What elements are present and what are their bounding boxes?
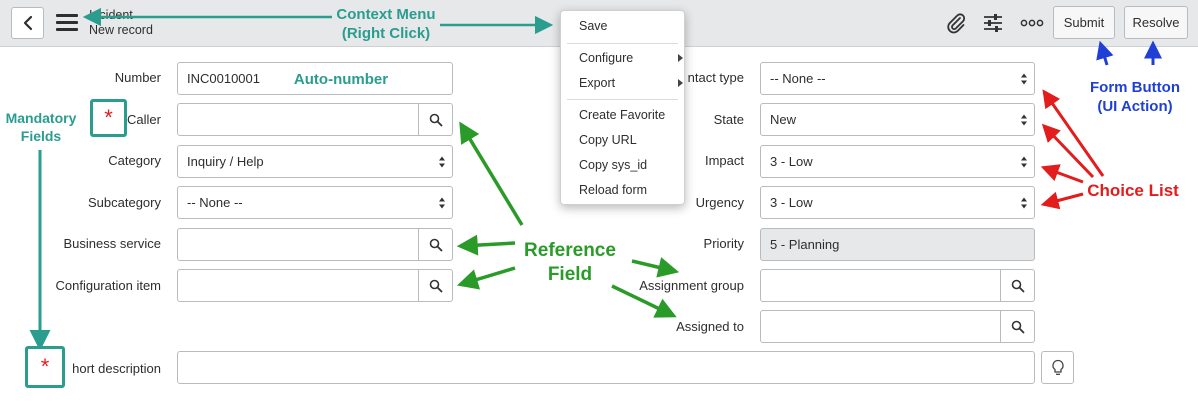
reference-field-annotation: Reference Field <box>515 239 625 287</box>
paperclip-icon[interactable] <box>944 11 968 35</box>
context-menu: Save Configure Export Create Favorite Co… <box>560 10 685 205</box>
impact-select[interactable]: 3 - Low <box>760 145 1035 178</box>
choice-list-annotation: Choice List <box>1087 181 1179 200</box>
annotation-line: Form Button <box>1090 79 1180 96</box>
subcategory-value: -- None -- <box>187 195 243 210</box>
select-caret-icon <box>439 156 445 168</box>
menu-item-copy-sys-id[interactable]: Copy sys_id <box>579 156 679 174</box>
menu-item-copy-url[interactable]: Copy URL <box>579 131 679 149</box>
back-button[interactable] <box>11 7 44 39</box>
contact-type-select[interactable]: -- None -- <box>760 62 1035 95</box>
menu-divider <box>567 99 678 100</box>
resolve-button[interactable]: Resolve <box>1124 6 1188 39</box>
number-label: Number <box>114 70 161 85</box>
urgency-select[interactable]: 3 - Low <box>760 186 1035 219</box>
sliders-icon[interactable] <box>981 11 1005 35</box>
select-caret-icon <box>439 197 445 209</box>
assigned-to-field[interactable] <box>760 310 1035 343</box>
record-type: Incident <box>89 8 133 22</box>
menu-item-export[interactable]: Export <box>579 74 683 92</box>
context-menu-annotation: Context Menu (Right Click) <box>322 6 450 44</box>
annotation-line: Mandatory <box>5 110 77 126</box>
auto-number-annotation: Auto-number <box>293 71 389 88</box>
menu-divider <box>567 43 678 44</box>
state-select[interactable]: New <box>760 103 1035 136</box>
more-options-icon[interactable] <box>1019 11 1045 35</box>
select-caret-icon <box>1021 197 1027 209</box>
search-icon <box>1011 320 1024 333</box>
submit-button[interactable]: Submit <box>1053 6 1115 39</box>
menu-item-label: Configure <box>579 51 634 65</box>
priority-field: 5 - Planning <box>760 228 1035 261</box>
annotation-line: Context Menu <box>336 6 436 23</box>
submenu-arrow-icon <box>678 79 683 87</box>
menu-item-save[interactable]: Save <box>579 17 679 35</box>
annotation-line: Field <box>547 263 593 285</box>
hamburger-icon[interactable] <box>56 14 78 32</box>
configuration-item-field[interactable] <box>177 269 453 302</box>
configuration-item-label: Configuration item <box>55 278 162 293</box>
menu-item-create-favorite[interactable]: Create Favorite <box>579 106 679 124</box>
annotation-line: Fields <box>20 127 62 144</box>
mandatory-indicator-short-description: * <box>25 346 65 388</box>
select-caret-icon <box>1021 114 1027 126</box>
caller-field[interactable] <box>177 103 453 136</box>
assignment-group-label: Assignment group <box>639 278 744 293</box>
lightbulb-icon <box>1051 359 1064 375</box>
record-name: New record <box>89 23 153 37</box>
annotation-line: Reference <box>524 240 616 261</box>
assignment-group-field[interactable] <box>760 269 1035 302</box>
menu-item-reload-form[interactable]: Reload form <box>579 181 679 199</box>
select-caret-icon <box>1021 73 1027 85</box>
short-description-field[interactable] <box>177 351 1035 384</box>
menu-item-label: Export <box>579 76 616 90</box>
business-service-lookup-button[interactable] <box>418 229 452 260</box>
priority-label: Priority <box>703 236 744 251</box>
business-service-label: Business service <box>63 236 161 251</box>
annotation-line: (UI Action) <box>1097 97 1173 115</box>
business-service-field[interactable] <box>177 228 453 261</box>
category-select[interactable]: Inquiry / Help <box>177 145 453 178</box>
search-icon <box>429 238 442 251</box>
assignment-group-lookup-button[interactable] <box>1000 270 1034 301</box>
impact-value: 3 - Low <box>770 154 813 169</box>
mandatory-indicator-caller: * <box>90 99 127 137</box>
menu-item-configure[interactable]: Configure <box>579 49 683 67</box>
state-value: New <box>770 112 797 127</box>
search-icon <box>429 279 442 292</box>
configuration-item-lookup-button[interactable] <box>418 270 452 301</box>
hint-button[interactable] <box>1041 351 1074 384</box>
assigned-to-lookup-button[interactable] <box>1000 311 1034 342</box>
mandatory-fields-annotation: Mandatory Fields <box>2 110 80 145</box>
search-icon <box>429 113 442 126</box>
submenu-arrow-icon <box>678 54 683 62</box>
priority-value: 5 - Planning <box>770 237 840 252</box>
contact-type-value: -- None -- <box>770 71 826 86</box>
subcategory-label: Subcategory <box>88 195 161 210</box>
annotation-line: (Right Click) <box>341 24 431 42</box>
form-button-annotation: Form Button (UI Action) <box>1081 79 1189 117</box>
assigned-to-label: Assigned to <box>676 319 744 334</box>
category-value: Inquiry / Help <box>187 154 264 169</box>
select-caret-icon <box>1021 156 1027 168</box>
chevron-left-icon <box>23 15 32 31</box>
number-value: INC0010001 <box>187 71 260 86</box>
urgency-value: 3 - Low <box>770 195 813 210</box>
subcategory-select[interactable]: -- None -- <box>177 186 453 219</box>
caller-lookup-button[interactable] <box>418 104 452 135</box>
search-icon <box>1011 279 1024 292</box>
category-label: Category <box>108 153 161 168</box>
